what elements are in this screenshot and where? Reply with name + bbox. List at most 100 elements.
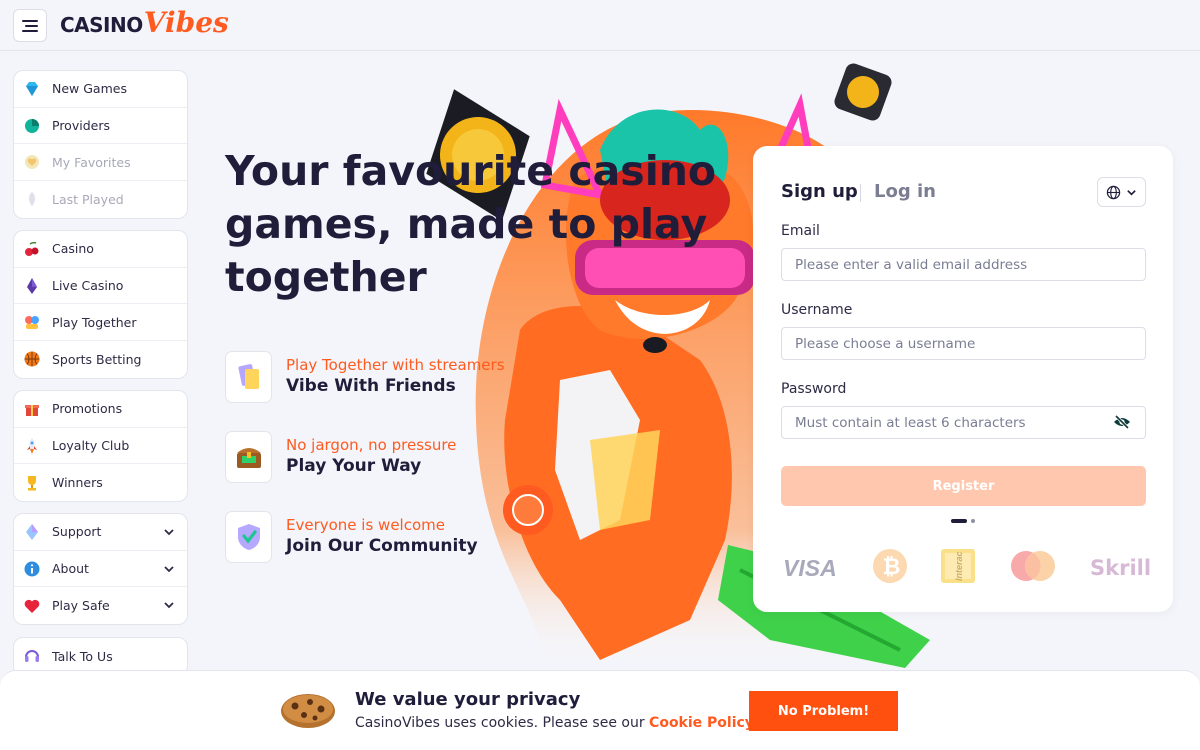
nav-group-info: Support About Play Safe	[13, 513, 188, 626]
history-icon	[23, 190, 41, 208]
sidebar-item-label: Providers	[52, 118, 110, 134]
sidebar-item-play-together[interactable]: Play Together	[14, 304, 187, 342]
tab-log-in[interactable]: Log in	[874, 181, 936, 202]
sidebar-item-label: Loyalty Club	[52, 438, 130, 454]
feature-vibe-with-friends: Play Together with streamers Vibe With F…	[225, 351, 525, 405]
cookie-policy-link[interactable]: Cookie Policy	[649, 715, 754, 731]
cards-icon	[225, 351, 272, 403]
sidebar-item-label: Support	[52, 524, 102, 540]
play-together-icon	[23, 313, 41, 331]
tab-separator	[860, 184, 861, 202]
nav-group-discover: New Games Providers My Favorites Last Pl…	[13, 70, 188, 219]
carousel-dot[interactable]	[971, 519, 975, 523]
sidebar-item-label: About	[52, 561, 89, 577]
feature-play-your-way: No jargon, no pressure Play Your Way	[225, 431, 525, 485]
cookie-text: CasinoVibes uses cookies. Please see our…	[355, 715, 754, 731]
password-label: Password	[781, 381, 847, 397]
email-field[interactable]	[781, 248, 1146, 281]
hero-title: Your favourite casino games, made to pla…	[225, 147, 717, 301]
interac-logo: Interac	[941, 549, 975, 583]
feature-title: Play Your Way	[286, 456, 422, 476]
top-bar: CASINO Vibes	[0, 0, 1200, 51]
language-selector[interactable]	[1097, 177, 1146, 207]
sidebar-item-sports-betting[interactable]: Sports Betting	[14, 341, 187, 378]
heart-icon	[23, 153, 41, 171]
sidebar-item-label: New Games	[52, 81, 127, 97]
sidebar-item-label: Last Played	[52, 191, 124, 207]
sidebar-item-winners[interactable]: Winners	[14, 464, 187, 501]
dealer-icon	[23, 277, 41, 295]
sidebar-item-label: Play Safe	[52, 598, 110, 614]
cookie-icon	[281, 694, 335, 728]
feature-subtitle: Play Together with streamers	[286, 356, 505, 374]
sidebar-item-play-safe[interactable]: Play Safe	[14, 587, 187, 624]
chevron-down-icon	[164, 602, 174, 609]
headset-icon	[23, 647, 41, 665]
svg-text:Interac: Interac	[954, 551, 964, 581]
sidebar-item-last-played[interactable]: Last Played	[14, 181, 187, 218]
email-label: Email	[781, 223, 820, 239]
cookie-message: CasinoVibes uses cookies. Please see our	[355, 715, 645, 731]
cookie-accept-button[interactable]: No Problem!	[749, 691, 898, 731]
sidebar-item-label: Sports Betting	[52, 351, 142, 367]
rocket-icon	[23, 437, 41, 455]
sidebar-item-providers[interactable]: Providers	[14, 108, 187, 145]
casinovibes-logo[interactable]: CASINO Vibes	[60, 6, 229, 42]
password-field[interactable]	[781, 406, 1146, 439]
svg-text:₿: ₿	[883, 555, 901, 580]
info-icon	[23, 560, 41, 578]
gift-icon	[23, 400, 41, 418]
chevron-down-icon	[164, 566, 174, 572]
cookie-banner: We value your privacy CasinoVibes uses c…	[0, 670, 1200, 750]
trophy-icon	[23, 474, 41, 492]
mastercard-logo	[1011, 551, 1055, 581]
sidebar-item-label: Talk To Us	[52, 648, 113, 664]
sidebar-item-new-games[interactable]: New Games	[14, 71, 187, 108]
sidebar-item-label: Live Casino	[52, 278, 124, 294]
sidebar-item-my-favorites[interactable]: My Favorites	[14, 144, 187, 182]
heart-shield-icon	[23, 597, 41, 615]
feature-join-our-community: Everyone is welcome Join Our Community	[225, 511, 525, 565]
sidebar-item-label: Casino	[52, 241, 94, 257]
providers-icon	[23, 117, 41, 135]
logo-casino-text: CASINO	[60, 13, 143, 37]
sidebar-item-promotions[interactable]: Promotions	[14, 391, 187, 428]
feature-title: Vibe With Friends	[286, 376, 456, 396]
register-button[interactable]: Register	[781, 466, 1146, 506]
sidebar-item-label: My Favorites	[52, 154, 131, 170]
username-field[interactable]	[781, 327, 1146, 360]
nav-group-games: Casino Live Casino Play Together Sports …	[13, 230, 188, 379]
globe-icon	[1106, 185, 1121, 199]
chevron-down-icon	[164, 529, 174, 536]
chest-icon	[225, 431, 272, 483]
tab-sign-up[interactable]: Sign up	[781, 181, 858, 202]
svg-text:Skrill: Skrill	[1090, 556, 1150, 580]
feature-subtitle: No jargon, no pressure	[286, 436, 457, 454]
carousel-dot-active[interactable]	[951, 519, 967, 523]
visa-logo: VISA	[783, 555, 837, 581]
visa-logo-text: VISA	[783, 555, 837, 581]
sidebar-item-casino[interactable]: Casino	[14, 231, 187, 268]
sidebar-item-support[interactable]: Support	[14, 514, 187, 551]
bitcoin-logo: ₿	[873, 549, 907, 583]
sidebar-item-loyalty-club[interactable]: Loyalty Club	[14, 428, 187, 465]
basketball-icon	[23, 350, 41, 368]
skrill-logo: Skrill	[1090, 556, 1150, 580]
sidebar-item-about[interactable]: About	[14, 551, 187, 588]
logo-vibes-text: Vibes	[143, 6, 229, 39]
feature-title: Join Our Community	[286, 536, 478, 556]
username-label: Username	[781, 302, 853, 318]
nav-group-rewards: Promotions Loyalty Club Winners	[13, 390, 188, 503]
support-icon	[23, 523, 41, 541]
sidebar-item-label: Winners	[52, 475, 103, 491]
cherry-icon	[23, 240, 41, 258]
menu-button[interactable]	[13, 9, 47, 42]
eye-off-icon[interactable]	[1113, 414, 1131, 430]
feature-subtitle: Everyone is welcome	[286, 516, 445, 534]
cookie-title: We value your privacy	[355, 689, 581, 710]
sidebar-item-label: Promotions	[52, 401, 123, 417]
sidebar-item-label: Play Together	[52, 314, 137, 330]
signup-card: Sign up Log in Email Username Password R…	[753, 146, 1173, 612]
sidebar-item-live-casino[interactable]: Live Casino	[14, 268, 187, 305]
shield-check-icon	[225, 511, 272, 563]
